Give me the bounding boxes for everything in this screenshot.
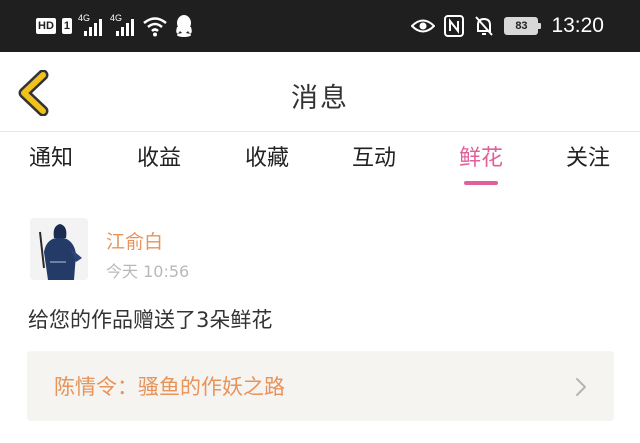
user-name[interactable]: 江俞白 bbox=[106, 227, 163, 254]
status-bar-right: 83 13:20 bbox=[411, 12, 604, 40]
tab-interactions[interactable]: 互动 bbox=[329, 145, 419, 191]
tab-label: 鲜花 bbox=[458, 146, 503, 171]
tab-label: 互动 bbox=[351, 146, 396, 171]
message-item: 江俞白 今天 10:56 给您的作品赠送了3朵鲜花 陈情令：骚鱼的作妖之路 bbox=[0, 198, 640, 443]
wifi-icon bbox=[143, 17, 167, 37]
signal-icon: 4G bbox=[110, 13, 136, 37]
message-timestamp: 今天 10:56 bbox=[106, 262, 190, 281]
tab-bar: 通知 收益 收藏 互动 鲜花 关注 bbox=[0, 133, 640, 197]
avatar-image bbox=[30, 218, 88, 280]
page-title: 消息 bbox=[291, 83, 349, 114]
tab-label: 关注 bbox=[565, 146, 610, 171]
status-bar-left: HD 1 4G 4G bbox=[36, 13, 194, 38]
tab-earnings[interactable]: 收益 bbox=[114, 145, 204, 191]
nfc-icon bbox=[444, 15, 465, 37]
message-text: 给您的作品赠送了3朵鲜花 bbox=[28, 308, 273, 332]
hd-icon: HD bbox=[36, 18, 56, 34]
sim-badge: 1 bbox=[61, 18, 73, 34]
status-bar: HD 1 4G 4G 83 13:20 bbox=[0, 0, 640, 52]
chevron-right-icon bbox=[576, 378, 586, 396]
tab-following[interactable]: 关注 bbox=[543, 145, 633, 191]
tab-label: 收藏 bbox=[244, 146, 289, 171]
tab-flowers[interactable]: 鲜花 bbox=[436, 145, 526, 191]
signal-icon: 4G bbox=[78, 13, 104, 37]
tab-label: 收益 bbox=[136, 146, 181, 171]
qq-icon bbox=[176, 15, 192, 37]
tab-notifications[interactable]: 通知 bbox=[6, 145, 96, 191]
work-link-card[interactable]: 陈情令：骚鱼的作妖之路 bbox=[27, 351, 614, 421]
header: 消息 bbox=[0, 52, 640, 132]
avatar[interactable] bbox=[30, 218, 88, 280]
work-title: 陈情令：骚鱼的作妖之路 bbox=[54, 375, 285, 399]
tab-label: 通知 bbox=[28, 146, 73, 171]
battery-icon: 83 bbox=[504, 17, 542, 35]
eye-icon bbox=[411, 19, 436, 33]
status-time: 13:20 bbox=[551, 14, 604, 37]
mute-bell-icon bbox=[475, 16, 494, 36]
tab-favorites[interactable]: 收藏 bbox=[222, 145, 312, 191]
active-tab-indicator bbox=[464, 181, 498, 185]
